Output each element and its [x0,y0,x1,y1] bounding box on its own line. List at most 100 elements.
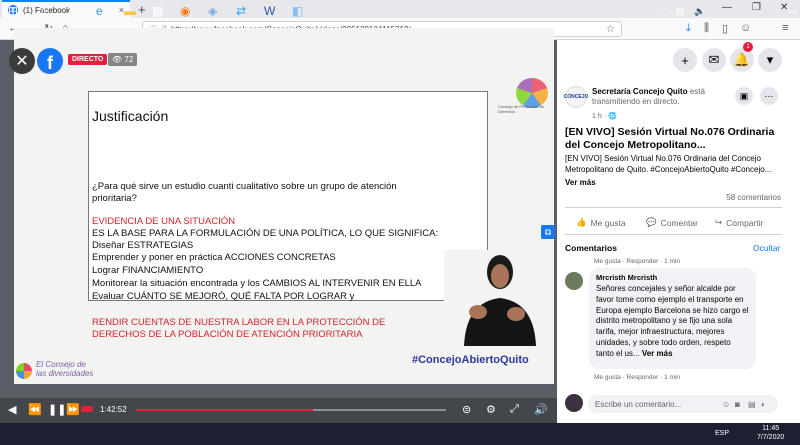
word-icon[interactable]: W [264,4,275,18]
taskbar [0,423,800,445]
comment-button[interactable]: 💬 Comentar [646,217,698,228]
hide-comments-link[interactable]: Ocultar [753,243,780,253]
rewind-icon[interactable]: ⏪ [28,403,42,416]
slide-line: Monitorear la situación encontrada y los… [92,278,422,289]
app-icon[interactable]: ◧ [292,4,303,18]
progress-fill [136,409,313,411]
save-bookmark-icon[interactable]: ▣ [735,87,753,105]
facebook-logo-icon[interactable]: f [37,48,63,74]
windows-start-icon[interactable]: ⊞ [8,4,18,18]
live-badge: DIRECTO [68,54,108,65]
window-maximize-button[interactable]: ❐ [752,2,761,13]
slide-evidence-heading: EVIDENCIA DE UNA SITUACIÓN [92,216,236,227]
teamviewer-icon[interactable]: ⇄ [236,4,246,18]
page-avatar[interactable]: CONCEJO [564,86,588,108]
eye-icon: 👁 [112,55,123,64]
new-tab-button[interactable]: + [138,2,146,17]
comment-author[interactable]: Mrcristh Mrcristh [596,273,749,282]
see-more-link[interactable]: Ver más [565,178,596,187]
skip-back-icon[interactable]: ◀ [8,403,16,416]
comment-see-more-link[interactable]: Ver más [642,349,673,358]
emoji-icon[interactable]: ☺ [722,400,730,409]
slide-closing-line1: RENDIR CUENTAS DE NUESTRA LABOR EN LA PR… [92,317,386,328]
commenter-avatar[interactable] [565,272,583,290]
like-label: Me gusta [590,217,626,228]
account-menu-chevron-down-icon[interactable]: ▾ [758,48,782,72]
sticker-icon[interactable]: ◐ [761,400,766,409]
elapsed-time: 1:42:52 [100,405,127,414]
notification-badge: 1 [743,42,753,52]
notification-center-icon[interactable]: ▭ [788,6,797,17]
comment-label: Comentar [660,217,698,228]
progress-bar[interactable] [136,409,446,411]
page-name-link[interactable]: Secretaría Concejo Quito [592,87,688,96]
consejo-brand-text: El Consejo de las diversidades [36,360,94,378]
create-button[interactable]: + [673,48,697,72]
comments-header: Comentarios [565,243,617,253]
library-icon[interactable]: ⫼ [704,22,709,35]
slide-line: Evaluar CUÁNTO SE MEJORÓ, QUÉ FALTA POR … [92,291,355,302]
post-timestamp[interactable]: 1 h · 🌐 [592,112,617,120]
viewer-count-value: 72 [124,55,134,64]
post-author-line: Secretaría Concejo Quito está transmitie… [592,87,722,107]
volume-icon[interactable]: 🔊 [534,403,548,416]
system-clock[interactable]: 11:45 7/7/2020 [757,424,784,442]
more-options-icon[interactable]: ⋯ [760,87,778,105]
messenger-icon[interactable]: ✉ [702,48,726,72]
task-view-icon[interactable]: ▭ [68,4,79,18]
settings-gear-icon[interactable]: ⚙ [486,403,496,416]
search-icon[interactable]: ⌕ [40,4,47,19]
pause-icon[interactable]: ❚❚ [48,403,66,416]
previous-comment-meta[interactable]: Me gusta · Responder · 1 min [594,258,680,265]
divider [565,207,782,208]
camera-icon[interactable]: ◙ [735,400,740,409]
gif-icon[interactable]: ▤ [748,400,756,409]
show-hidden-icons-icon[interactable]: ⌃ [660,6,668,17]
menu-icon[interactable]: ≡ [782,22,788,34]
app-icon[interactable]: ◈ [208,4,217,18]
write-comment-placeholder: Escribe un comentario... [595,399,682,409]
store-icon[interactable]: ▦ [152,4,163,18]
close-video-button[interactable]: ✕ [9,48,35,74]
my-avatar [565,394,583,412]
like-button[interactable]: 👍 Me gusta [576,217,626,228]
share-label: Compartir [726,217,764,228]
slide-question-line2: prioritaria? [92,193,137,204]
slide-question-line1: ¿Para qué sirve un estudio cuanti cualit… [92,181,397,192]
firefox-icon[interactable]: ◉ [180,4,190,18]
window-minimize-button[interactable]: — [722,2,732,13]
sidebar-icon[interactable]: ▯ [722,22,728,35]
divider [565,234,782,235]
bookmark-star-icon[interactable]: ☆ [606,24,615,35]
clock-time: 11:45 [762,425,780,432]
share-arrow-icon: ↪ [715,217,723,227]
share-button[interactable]: ↪ Compartir [715,217,763,228]
fullscreen-icon[interactable]: ⤢ [510,403,519,416]
comment-meta[interactable]: Me gusta · Responder · 1 min [594,374,680,381]
write-comment-input[interactable]: Escribe un comentario... ☺ ◙ ▤ ◐ [588,395,778,413]
slide-hashtag: #ConcejoAbiertoQuito [412,354,529,366]
slide-closing-line2: DERECHOS DE LA POBLACIÓN DE ATENCIÓN PRI… [92,329,363,340]
sign-language-interpreter [444,250,554,346]
post-title: [EN VIVO] Sesión Virtual No.076 Ordinari… [565,126,775,151]
skip-forward-icon[interactable]: ⏩ [66,403,80,416]
comment-text: Señores concejales y señor alcalde por f… [596,284,749,358]
comment-count[interactable]: 58 comentarios [726,193,781,202]
viewer-count: 👁 72 [108,53,138,66]
slide-line: Diseñar ESTRATEGIAS [92,240,194,251]
network-icon[interactable]: ▤ [676,6,685,17]
language-indicator[interactable]: ESP [715,430,729,437]
account-icon[interactable]: ☺ [740,22,751,34]
picture-in-picture-icon[interactable]: ⧉ [541,225,555,239]
notifications-bell-icon[interactable]: 🔔 [730,48,754,72]
captions-icon[interactable]: ⊜ [462,403,471,416]
thumbs-up-icon: 👍 [576,217,587,227]
logo-caption: Consejo de Protección de Derechos [498,104,544,114]
file-explorer-icon[interactable]: ▬ [124,4,136,18]
slide-line: Emprender y poner en práctica ACCIONES C… [92,252,336,263]
speaker-icon[interactable]: 🔈 [694,6,705,17]
slide-title: Justificación [92,108,169,124]
download-icon[interactable]: ⤓ [686,22,691,35]
browser-tab-facebook[interactable]: f (1) Facebook × [2,0,130,18]
edge-icon[interactable]: e [96,4,103,18]
